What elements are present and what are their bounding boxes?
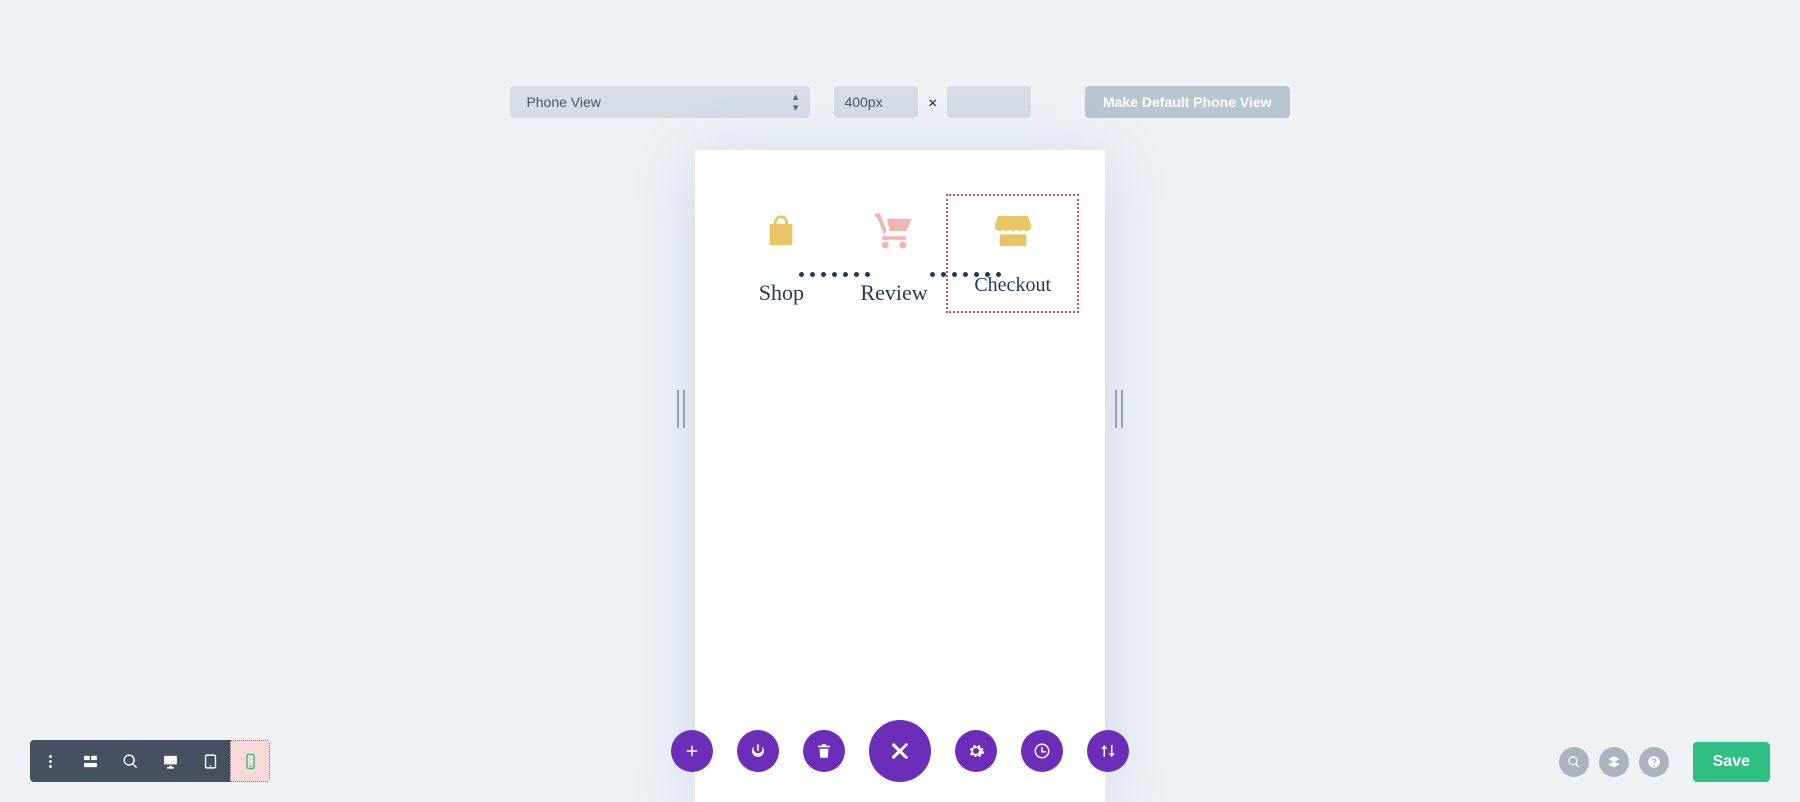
step-checkout[interactable]: Checkout bbox=[946, 194, 1079, 313]
phone-view-button[interactable] bbox=[230, 740, 270, 782]
resize-handle-left[interactable] bbox=[677, 390, 685, 428]
wireframe-icon bbox=[82, 753, 99, 770]
dots-vertical-icon bbox=[42, 753, 59, 770]
utility-bar: Save bbox=[1559, 742, 1770, 782]
step-review[interactable]: Review bbox=[838, 210, 951, 306]
step-label: Checkout bbox=[974, 274, 1051, 297]
close-button[interactable] bbox=[869, 720, 931, 782]
steps-row: Shop Review Checkout bbox=[715, 210, 1085, 313]
close-icon bbox=[889, 740, 911, 762]
view-select-wrapper: Phone View ▴▾ bbox=[510, 86, 810, 118]
preview-canvas-wrap: Shop Review Checkout bbox=[695, 150, 1105, 802]
delete-button[interactable] bbox=[803, 730, 845, 772]
gear-icon bbox=[967, 742, 985, 760]
phone-icon bbox=[242, 753, 259, 770]
store-icon bbox=[993, 210, 1033, 252]
bag-icon bbox=[764, 210, 798, 252]
viewport-width-input[interactable] bbox=[834, 86, 918, 118]
builder-action-bar bbox=[671, 720, 1129, 782]
layers-button[interactable] bbox=[1599, 747, 1629, 777]
kebab-menu-button[interactable] bbox=[30, 740, 70, 782]
history-button[interactable] bbox=[1021, 730, 1063, 772]
layers-icon bbox=[1607, 755, 1621, 769]
sort-button[interactable] bbox=[1087, 730, 1129, 772]
make-default-view-button[interactable]: Make Default Phone View bbox=[1085, 86, 1290, 118]
clock-icon bbox=[1033, 742, 1051, 760]
step-shop[interactable]: Shop bbox=[725, 210, 838, 306]
desktop-icon bbox=[162, 753, 179, 770]
desktop-view-button[interactable] bbox=[150, 740, 190, 782]
tablet-view-button[interactable] bbox=[190, 740, 230, 782]
resize-handle-right[interactable] bbox=[1115, 390, 1123, 428]
power-icon bbox=[749, 742, 767, 760]
step-label: Shop bbox=[759, 280, 804, 306]
zoom-button[interactable] bbox=[110, 740, 150, 782]
step-label: Review bbox=[860, 280, 927, 306]
cart-icon bbox=[873, 210, 915, 252]
save-button[interactable]: Save bbox=[1693, 742, 1770, 782]
responsive-preview-controls: Phone View ▴▾ × Make Default Phone View bbox=[0, 86, 1800, 118]
multiply-glyph: × bbox=[928, 93, 937, 112]
power-button[interactable] bbox=[737, 730, 779, 772]
search-icon bbox=[122, 753, 139, 770]
help-button[interactable] bbox=[1639, 747, 1669, 777]
viewport-height-input[interactable] bbox=[947, 86, 1031, 118]
viewport-size-group: × bbox=[834, 86, 1031, 118]
search-icon bbox=[1567, 755, 1581, 769]
trash-icon bbox=[815, 742, 833, 760]
view-mode-toolbar bbox=[30, 740, 270, 782]
wireframe-view-button[interactable] bbox=[70, 740, 110, 782]
sort-arrows-icon bbox=[1099, 742, 1117, 760]
view-select[interactable]: Phone View bbox=[510, 86, 810, 118]
search-util-button[interactable] bbox=[1559, 747, 1589, 777]
preview-canvas[interactable]: Shop Review Checkout bbox=[695, 150, 1105, 802]
add-button[interactable] bbox=[671, 730, 713, 772]
plus-icon bbox=[683, 742, 701, 760]
settings-button[interactable] bbox=[955, 730, 997, 772]
tablet-icon bbox=[202, 753, 219, 770]
question-icon bbox=[1647, 755, 1661, 769]
